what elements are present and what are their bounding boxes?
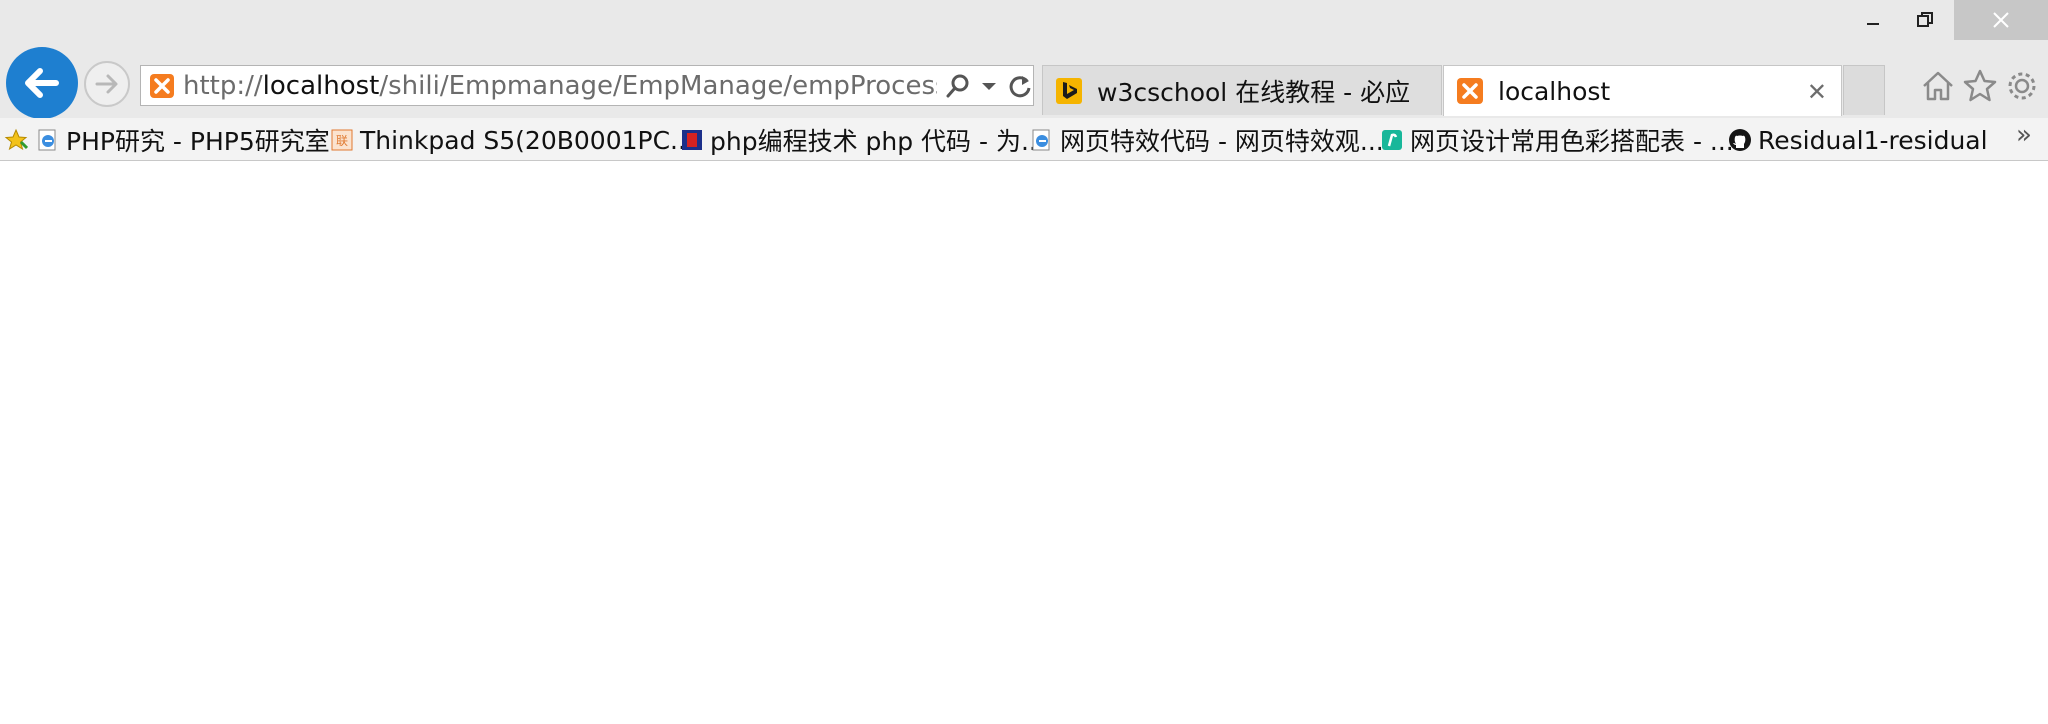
favorites-add-button[interactable] <box>4 122 34 158</box>
close-icon <box>1993 12 2009 28</box>
favorite-label: 网页设计常用色彩搭配表 - ... <box>1410 127 1734 156</box>
favorite-label: Thinkpad S5(20B0001PC... <box>360 125 694 155</box>
favorites-button[interactable] <box>1960 66 2000 106</box>
back-arrow-icon <box>25 68 59 98</box>
home-icon <box>1923 71 1953 101</box>
refresh-icon <box>1009 75 1031 97</box>
favorite-label: 网页特效代码 - 网页特效观... <box>1060 127 1384 156</box>
url-prefix: http:// <box>183 70 263 101</box>
forward-button[interactable] <box>84 61 130 107</box>
site-icon: 联 <box>331 129 353 151</box>
browser-chrome: http://localhost/shili/Empmanage/EmpMana… <box>0 0 2048 161</box>
favorite-label: PHP研究 - PHP5研究室 <box>66 127 330 156</box>
favorite-label: php编程技术 php 代码 - 为... <box>710 127 1045 156</box>
svg-text:联: 联 <box>336 134 348 148</box>
restore-button[interactable] <box>1892 0 1958 40</box>
url-text[interactable]: http://localhost/shili/Empmanage/EmpMana… <box>183 71 937 101</box>
url-host: localhost <box>262 70 380 101</box>
bing-icon <box>1056 77 1082 104</box>
green-site-icon <box>1382 130 1402 150</box>
url-path: /shili/Empmanage/EmpManage/empProcess.ph… <box>379 70 937 101</box>
ie-page-icon <box>1032 129 1050 151</box>
tab-close-button[interactable]: ✕ <box>1807 78 1827 106</box>
xampp-icon <box>1457 78 1483 104</box>
back-button[interactable] <box>6 47 78 119</box>
restore-icon <box>1917 12 1933 27</box>
star-icon <box>1963 69 1997 102</box>
favorite-link[interactable]: PHP研究 - PHP5研究室 <box>36 122 330 158</box>
php-site-icon <box>682 130 702 150</box>
favorite-link[interactable]: Residual1-residual <box>1728 122 1988 158</box>
tab-w3cschool[interactable]: w3cschool 在线教程 - 必应 <box>1042 65 1442 115</box>
address-dropdown-button[interactable] <box>979 76 999 96</box>
forward-arrow-icon <box>95 74 118 94</box>
minimize-icon <box>1867 23 1879 25</box>
close-window-button[interactable] <box>1954 0 2048 40</box>
xampp-icon <box>150 73 174 98</box>
tab-localhost[interactable]: localhost ✕ <box>1443 65 1842 116</box>
favorite-label: Residual1-residual <box>1758 125 1988 155</box>
tab-title: w3cschool 在线教程 - 必应 <box>1097 77 1411 107</box>
new-tab-button[interactable] <box>1843 65 1885 115</box>
search-button[interactable] <box>945 73 971 99</box>
favorite-link[interactable]: 联 Thinkpad S5(20B0001PC... <box>330 122 694 158</box>
favorite-link[interactable]: 网页设计常用色彩搭配表 - ... <box>1380 122 1734 158</box>
refresh-button[interactable] <box>1007 73 1033 99</box>
favorite-link[interactable]: 网页特效代码 - 网页特效观... <box>1030 122 1384 158</box>
search-icon <box>946 74 969 97</box>
page-content <box>0 161 2048 724</box>
address-bar[interactable]: http://localhost/shili/Empmanage/EmpMana… <box>140 65 1034 106</box>
settings-button[interactable] <box>2002 66 2042 106</box>
add-favorite-star-icon <box>4 128 28 151</box>
favorites-bar: PHP研究 - PHP5研究室 联 Thinkpad S5(20B0001PC.… <box>0 118 2048 161</box>
favorites-more-chevron[interactable]: » <box>2016 120 2032 150</box>
home-button[interactable] <box>1918 66 1958 106</box>
favorite-link[interactable]: php编程技术 php 代码 - 为... <box>680 122 1045 158</box>
tab-title: localhost <box>1498 76 1611 106</box>
github-icon <box>1729 129 1751 151</box>
gear-icon <box>2008 72 2036 100</box>
ie-page-icon <box>38 129 56 151</box>
chevron-down-icon <box>982 82 996 90</box>
